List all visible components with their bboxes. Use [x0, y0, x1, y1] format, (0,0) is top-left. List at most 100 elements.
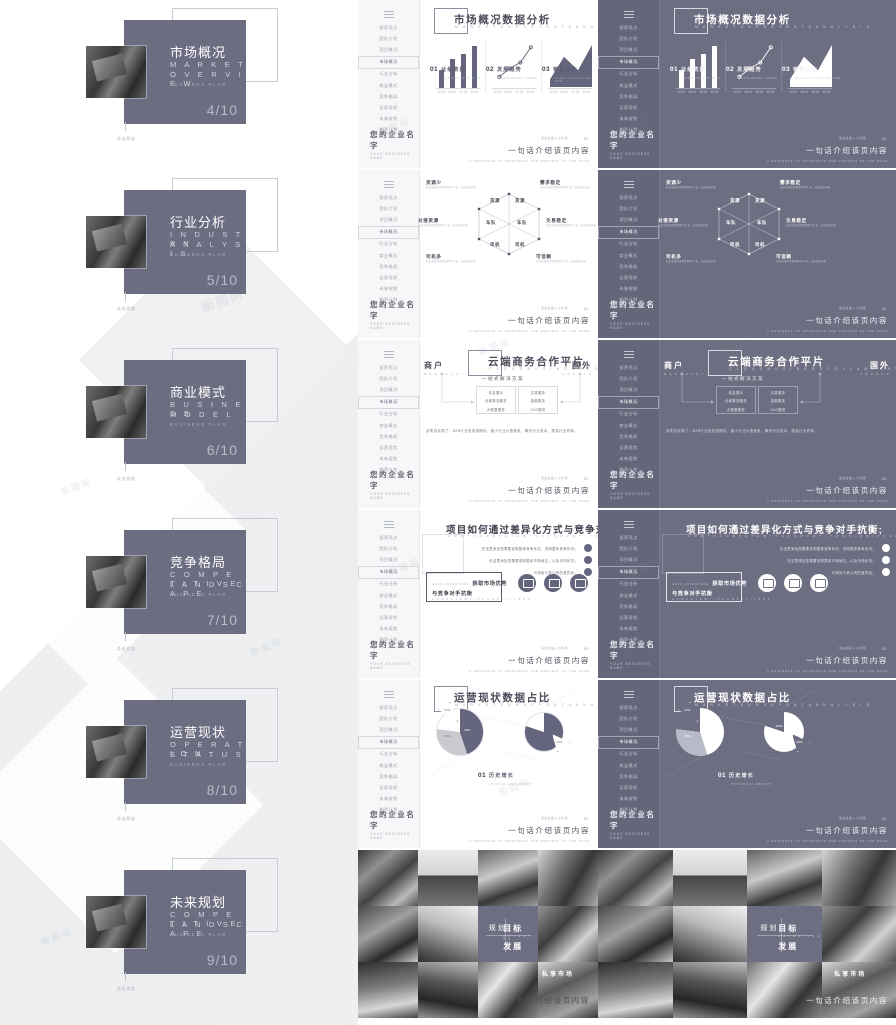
slide-hexagon-infographic-dark[interactable]: 投资亮点 团队介绍 项目概况 市场概况 行业分析 商业模式 竞争格局 运营现状 未来规划 融资计划… — [598, 170, 896, 338]
slide-competitive-analysis-light[interactable]: 投资亮点 团队介绍 项目概况 市场概况 行业分析 商业模式 竞争格局 运营现状 未来规划 融资计划… — [358, 510, 598, 678]
sidebar-item-7[interactable]: 运营现状 — [598, 612, 659, 623]
slide-platform-model-light[interactable]: 投资亮点 团队介绍 项目概况 市场概况 行业分析 商业模式 竞争格局 运营现状 未来规划 融资计划… — [358, 340, 598, 508]
sidebar-item-2[interactable]: 项目概况 — [358, 44, 419, 55]
sidebar-item-0[interactable]: 投资亮点 — [598, 702, 659, 713]
sidebar-item-6[interactable]: 竞争格局 — [598, 601, 659, 612]
slide-operation-data-dark[interactable]: 投资亮点 团队介绍 项目概况 市场概况 行业分析 商业模式 竞争格局 运营现状 未来规划 融资计划… — [598, 680, 896, 848]
sidebar-item-2[interactable]: 项目概况 — [358, 724, 419, 735]
sidebar-item-2[interactable]: 项目概况 — [598, 554, 659, 565]
sidebar-item-6[interactable]: 竞争格局 — [598, 91, 659, 102]
sidebar-item-4[interactable]: 行业分析 — [598, 69, 659, 80]
sidebar-item-1[interactable]: 团队介绍 — [358, 203, 419, 214]
sidebar-item-3[interactable]: 市场概况 — [358, 565, 419, 579]
sidebar-item-4[interactable]: 行业分析 — [358, 69, 419, 80]
sidebar-item-4[interactable]: 行业分析 — [358, 409, 419, 420]
slide-market-overview-light[interactable]: 投资亮点 团队介绍 项目概况 市场概况 行业分析 商业模式 竞争格局 运营现状 未来规划 融资计划… — [358, 0, 598, 168]
sidebar-item-7[interactable]: 运营现状 — [358, 782, 419, 793]
sidebar-item-3[interactable]: 市场概况 — [598, 395, 659, 409]
sidebar-item-1[interactable]: 团队介绍 — [598, 373, 659, 384]
sidebar-item-8[interactable]: 未来规划 — [598, 284, 659, 295]
section-cover-4[interactable]: 竞争格局 C O M P E T I T I V EL A N D S C A P… — [0, 510, 358, 680]
sidebar-item-8[interactable]: 未来规划 — [598, 794, 659, 805]
slide-platform-model-dark[interactable]: 投资亮点 团队介绍 项目概况 市场概况 行业分析 商业模式 竞争格局 运营现状 未来规划 融资计划… — [598, 340, 896, 508]
sidebar-item-6[interactable]: 竞争格局 — [358, 601, 419, 612]
slide-market-overview-dark[interactable]: 投资亮点 团队介绍 项目概况 市场概况 行业分析 商业模式 竞争格局 运营现状 未来规划 融资计划… — [598, 0, 896, 168]
sidebar-item-6[interactable]: 竞争格局 — [358, 431, 419, 442]
sidebar-item-0[interactable]: 投资亮点 — [358, 192, 419, 203]
sidebar-item-7[interactable]: 运营现状 — [358, 102, 419, 113]
competitive-icon-3[interactable] — [570, 574, 588, 592]
sidebar-item-2[interactable]: 项目概况 — [358, 384, 419, 395]
sidebar-item-1[interactable]: 团队介绍 — [598, 33, 659, 44]
sidebar-item-0[interactable]: 投资亮点 — [598, 22, 659, 33]
sidebar-item-3[interactable]: 市场概况 — [598, 565, 659, 579]
sidebar-item-5[interactable]: 商业模式 — [598, 420, 659, 431]
sidebar-item-7[interactable]: 运营现状 — [598, 272, 659, 283]
sidebar-item-5[interactable]: 商业模式 — [598, 760, 659, 771]
sidebar-item-4[interactable]: 行业分析 — [358, 749, 419, 760]
menu-icon[interactable] — [384, 351, 394, 360]
section-cover-2[interactable]: 行业分析 I N D U S T R YA N A L Y S I S BUSINE… — [0, 170, 358, 340]
section-cover-6[interactable]: 未来规划 C O M P E T I T I V EL A N D S C A P… — [0, 850, 358, 1020]
slide-hexagon-infographic-light[interactable]: 投资亮点 团队介绍 项目概况 市场概况 行业分析 商业模式 竞争格局 运营现状 未来规划 融资计划… — [358, 170, 598, 338]
sidebar-item-1[interactable]: 团队介绍 — [358, 713, 419, 724]
menu-icon[interactable] — [384, 181, 394, 190]
competitive-icon-1[interactable] — [518, 574, 536, 592]
slide-photo-collage-light[interactable]: 规划 目标 O B J E C T I V E 发展 私享市场 一句话介绍该页内容 — [358, 850, 598, 1018]
sidebar-item-8[interactable]: 未来规划 — [358, 624, 419, 635]
sidebar-item-3[interactable]: 市场概况 — [598, 225, 659, 239]
sidebar-item-6[interactable]: 竞争格局 — [358, 261, 419, 272]
menu-icon[interactable] — [384, 691, 394, 700]
sidebar-item-1[interactable]: 团队介绍 — [598, 543, 659, 554]
menu-icon[interactable] — [624, 521, 634, 530]
sidebar-item-0[interactable]: 投资亮点 — [358, 702, 419, 713]
sidebar-item-3[interactable]: 市场概况 — [358, 395, 419, 409]
menu-icon[interactable] — [384, 11, 394, 20]
sidebar-item-4[interactable]: 行业分析 — [598, 749, 659, 760]
competitive-icon-2[interactable] — [784, 574, 802, 592]
sidebar-item-0[interactable]: 投资亮点 — [598, 532, 659, 543]
sidebar-item-6[interactable]: 竞争格局 — [598, 431, 659, 442]
sidebar-item-0[interactable]: 投资亮点 — [358, 532, 419, 543]
sidebar-item-4[interactable]: 行业分析 — [598, 579, 659, 590]
menu-icon[interactable] — [624, 181, 634, 190]
section-cover-3[interactable]: 商业模式 B U S I N E S SM O D E L BUSINESS PLA… — [0, 340, 358, 510]
sidebar-item-8[interactable]: 未来规划 — [598, 114, 659, 125]
sidebar-item-2[interactable]: 项目概况 — [598, 384, 659, 395]
section-cover-1[interactable]: 市场概况 M A R K E TO V E R V I E W BUSINESS P… — [0, 0, 358, 170]
sidebar-item-3[interactable]: 市场概况 — [358, 735, 419, 749]
sidebar-item-5[interactable]: 商业模式 — [358, 420, 419, 431]
sidebar-item-1[interactable]: 团队介绍 — [358, 373, 419, 384]
sidebar-item-3[interactable]: 市场概况 — [598, 735, 659, 749]
menu-icon[interactable] — [384, 521, 394, 530]
sidebar-item-2[interactable]: 项目概况 — [358, 214, 419, 225]
sidebar-item-5[interactable]: 商业模式 — [598, 250, 659, 261]
sidebar-item-0[interactable]: 投资亮点 — [358, 362, 419, 373]
sidebar-item-8[interactable]: 未来规划 — [358, 454, 419, 465]
sidebar-item-5[interactable]: 商业模式 — [358, 760, 419, 771]
sidebar-item-7[interactable]: 运营现状 — [358, 272, 419, 283]
competitive-icon-1[interactable] — [758, 574, 776, 592]
sidebar-item-8[interactable]: 未来规划 — [598, 624, 659, 635]
sidebar-item-5[interactable]: 商业模式 — [358, 80, 419, 91]
sidebar-item-4[interactable]: 行业分析 — [598, 409, 659, 420]
sidebar-item-6[interactable]: 竞争格局 — [598, 261, 659, 272]
sidebar-item-0[interactable]: 投资亮点 — [598, 192, 659, 203]
menu-icon[interactable] — [624, 11, 634, 20]
sidebar-item-0[interactable]: 投资亮点 — [358, 22, 419, 33]
slide-operation-data-light[interactable]: 投资亮点 团队介绍 项目概况 市场概况 行业分析 商业模式 竞争格局 运营现状 未来规划 融资计划… — [358, 680, 598, 848]
sidebar-item-4[interactable]: 行业分析 — [358, 239, 419, 250]
sidebar-item-4[interactable]: 行业分析 — [598, 239, 659, 250]
sidebar-item-7[interactable]: 运营现状 — [358, 442, 419, 453]
slide-competitive-analysis-dark[interactable]: 投资亮点 团队介绍 项目概况 市场概况 行业分析 商业模式 竞争格局 运营现状 未来规划 融资计划… — [598, 510, 896, 678]
sidebar-item-4[interactable]: 行业分析 — [358, 579, 419, 590]
menu-icon[interactable] — [624, 691, 634, 700]
sidebar-item-6[interactable]: 竞争格局 — [358, 771, 419, 782]
sidebar-item-2[interactable]: 项目概况 — [598, 214, 659, 225]
sidebar-item-6[interactable]: 竞争格局 — [598, 771, 659, 782]
sidebar-item-1[interactable]: 团队介绍 — [358, 33, 419, 44]
sidebar-item-0[interactable]: 投资亮点 — [598, 362, 659, 373]
sidebar-item-1[interactable]: 团队介绍 — [598, 203, 659, 214]
sidebar-item-5[interactable]: 商业模式 — [358, 250, 419, 261]
sidebar-item-8[interactable]: 未来规划 — [358, 284, 419, 295]
